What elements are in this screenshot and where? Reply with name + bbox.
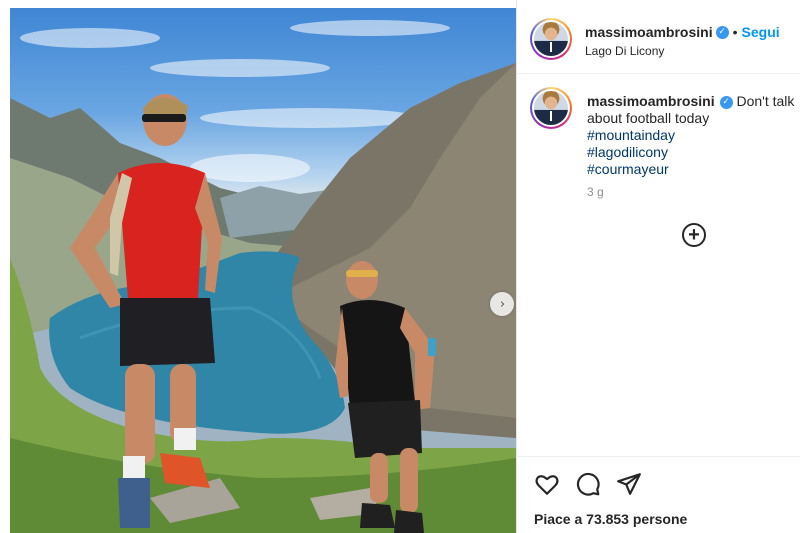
- hashtag-link[interactable]: #courmayeur: [587, 161, 800, 178]
- share-icon[interactable]: [616, 471, 642, 497]
- mountain-lake-scene: [10, 20, 516, 533]
- instagram-post: › massimoambrosini ✓ • Segui Lago Di Licony…: [0, 0, 800, 533]
- post-sidebar: massimoambrosini ✓ • Segui Lago Di Licony m…: [517, 0, 800, 533]
- caption-text: massimoambrosini ✓ Don't talk about footb…: [587, 93, 800, 178]
- caption-username[interactable]: massimoambrosini: [587, 93, 715, 109]
- heart-icon[interactable]: [534, 471, 560, 497]
- hashtag-link[interactable]: #lagodilicony: [587, 144, 800, 161]
- separator-dot: •: [732, 24, 738, 40]
- comment-icon[interactable]: [575, 471, 601, 497]
- chevron-right-icon: ›: [499, 296, 506, 312]
- caption-section: massimoambrosini ✓ Don't talk about footb…: [517, 75, 800, 455]
- post-time[interactable]: 3 g: [587, 185, 604, 199]
- plus-circle-icon[interactable]: +: [682, 223, 706, 247]
- author-name-row: massimoambrosini ✓ • Segui: [585, 24, 780, 42]
- caption-avatar[interactable]: [530, 87, 572, 129]
- hashtag-link[interactable]: #mountainday: [587, 127, 800, 144]
- post-header: massimoambrosini ✓ • Segui Lago Di Licony: [517, 0, 800, 74]
- verified-badge-icon: ✓: [719, 95, 733, 109]
- post-location[interactable]: Lago Di Licony: [585, 44, 664, 58]
- author-avatar[interactable]: [530, 18, 572, 60]
- carousel-next-button[interactable]: ›: [490, 292, 514, 316]
- follow-button[interactable]: Segui: [742, 24, 780, 40]
- verified-badge-icon: ✓: [715, 26, 729, 40]
- actions-bar: Piace a 73.853 persone: [517, 456, 800, 533]
- author-username[interactable]: massimoambrosini: [585, 24, 713, 40]
- likes-count[interactable]: Piace a 73.853 persone: [534, 511, 687, 527]
- post-photo[interactable]: ›: [10, 8, 516, 533]
- photo-pane: ›: [0, 0, 517, 533]
